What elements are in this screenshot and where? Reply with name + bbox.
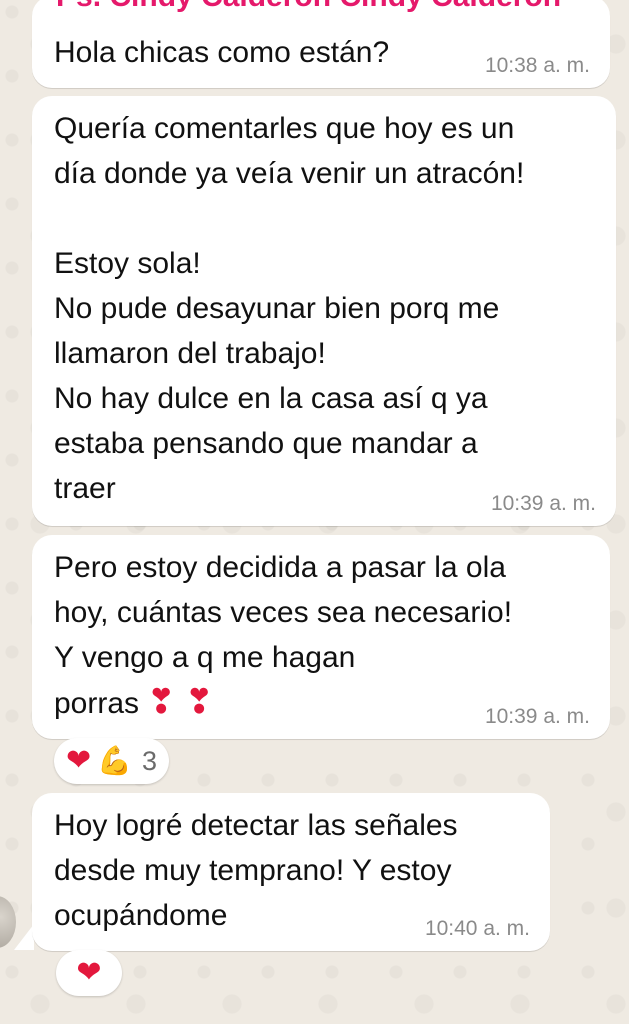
bubble-tail xyxy=(14,924,34,950)
message-time: 10:39 a. m. xyxy=(484,705,590,728)
reaction-pill[interactable]: ❤ 💪 3 xyxy=(54,738,170,784)
heart-exclamation-emoji: ❣ ❣ xyxy=(147,683,214,721)
sender-name[interactable]: Ps. Cindy Calderón Cindy Calderón xyxy=(56,0,561,12)
reaction-pill[interactable]: ❤ xyxy=(56,950,122,996)
message-text: Pero estoy decidida a pasar la ola hoy, … xyxy=(54,551,513,720)
reaction-count: 3 xyxy=(142,745,158,776)
message-time: 10:38 a. m. xyxy=(484,54,590,77)
heart-emoji-icon: ❤ xyxy=(76,956,102,989)
message-time: 10:39 a. m. xyxy=(490,492,596,515)
heart-emoji-icon: ❤ xyxy=(66,744,92,777)
flexed-biceps-emoji-icon: 💪 xyxy=(97,745,133,776)
message-time: 10:40 a. m. xyxy=(424,917,530,940)
message-bubble[interactable]: Pero estoy decidida a pasar la ola hoy, … xyxy=(32,535,610,739)
message-text: Quería comentarles que hoy es un día don… xyxy=(54,112,525,505)
message-bubble[interactable]: Hoy logré detectar las señales desde muy… xyxy=(32,793,550,951)
message-bubble[interactable]: Ps. Cindy Calderón Cindy Calderón Hola c… xyxy=(32,0,610,88)
message-bubble[interactable]: Quería comentarles que hoy es un día don… xyxy=(32,96,616,526)
